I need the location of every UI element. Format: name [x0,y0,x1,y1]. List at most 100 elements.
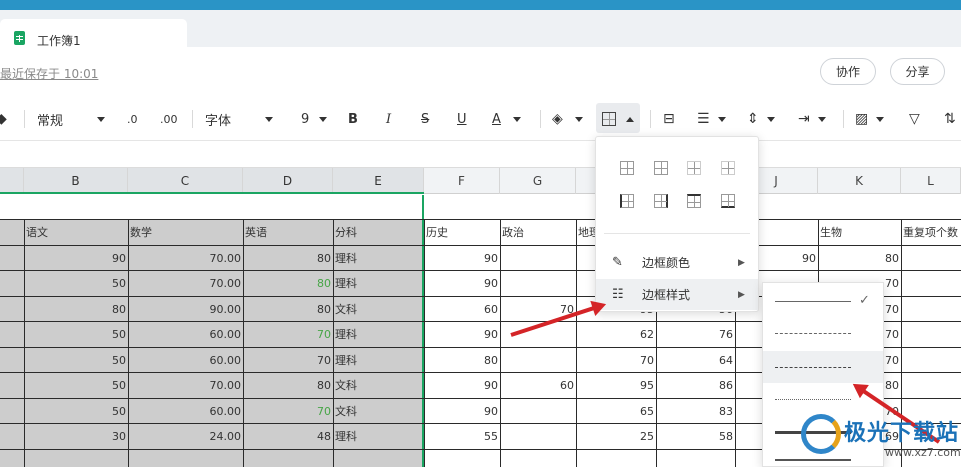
cell[interactable]: 理科 [333,348,424,372]
column-header[interactable]: G [500,168,576,194]
cell[interactable]: 62 [576,322,656,346]
font-family-select[interactable]: 字体 [205,100,277,138]
cell[interactable]: 70 [576,348,656,372]
cell[interactable]: 70 [243,322,333,346]
cell[interactable]: 70 [243,348,333,372]
cell[interactable]: 83 [656,399,735,423]
formula-bar[interactable] [0,140,961,167]
column-header[interactable]: E [333,168,424,194]
border-inner-icon[interactable] [654,161,668,175]
cell[interactable]: 80 [243,271,333,295]
column-header[interactable]: F [424,168,500,194]
menu-item-border-style[interactable]: ☷ 边框样式 ▶ [596,279,758,310]
line-style-dash-dot[interactable] [763,317,883,349]
cell[interactable]: 80 [818,246,901,270]
cell[interactable]: 30 [24,424,128,448]
line-style-solid[interactable]: ✓ [763,285,883,317]
line-style-dashed[interactable] [763,351,883,383]
cell[interactable]: 55 [424,424,500,448]
column-header[interactable] [0,168,24,194]
increase-decimal-button[interactable]: .00 [160,100,178,138]
cell[interactable]: 80 [243,246,333,270]
align-button[interactable]: ☰ [697,100,733,138]
cell[interactable]: 分科 [333,220,424,244]
cell[interactable]: 90 [424,246,500,270]
border-none-icon[interactable] [721,161,735,175]
cell[interactable]: 86 [656,373,735,397]
cell[interactable]: 64 [656,348,735,372]
italic-button[interactable]: I [386,100,391,138]
cell[interactable]: 70.00 [128,246,243,270]
text-wrap-button[interactable]: ⇥ [798,100,834,138]
filter-button[interactable]: ▽ [909,100,920,138]
cell[interactable]: 60.00 [128,399,243,423]
cell[interactable]: 50 [24,373,128,397]
cell[interactable]: 生物 [818,220,901,244]
cell[interactable]: 70.00 [128,271,243,295]
border-button[interactable] [602,100,638,138]
bold-button[interactable]: B [348,100,358,138]
cell[interactable]: 50 [24,399,128,423]
decrease-decimal-button[interactable]: .0 [127,100,138,138]
cell[interactable]: 58 [656,424,735,448]
cell[interactable]: 90 [24,246,128,270]
cell[interactable]: 48 [243,424,333,448]
column-header[interactable]: B [24,168,128,194]
cell[interactable]: 60 [500,373,576,397]
vertical-align-button[interactable]: ⇕ [747,100,783,138]
cell[interactable]: 理科 [333,424,424,448]
cell[interactable]: 70 [243,399,333,423]
underline-button[interactable]: U [457,100,467,138]
cell[interactable]: 90.00 [128,297,243,321]
cell[interactable]: 理科 [333,322,424,346]
cell[interactable]: 理科 [333,271,424,295]
cell[interactable]: 70.00 [128,373,243,397]
column-header[interactable]: L [901,168,961,194]
border-right-icon[interactable] [654,194,668,208]
font-size-select[interactable]: 9 [301,100,331,138]
cell[interactable]: 语文 [24,220,128,244]
cell[interactable]: 文科 [333,373,424,397]
collaborate-button[interactable]: 协作 [820,58,876,85]
cell[interactable]: 60.00 [128,348,243,372]
border-all-icon[interactable] [620,161,634,175]
column-header[interactable]: K [818,168,901,194]
cell[interactable]: 90 [424,271,500,295]
cell[interactable]: 60.00 [128,322,243,346]
cell[interactable]: 95 [576,373,656,397]
cell[interactable]: 80 [243,373,333,397]
cell[interactable]: 英语 [243,220,333,244]
number-format-select[interactable]: 常规 [37,100,109,138]
cell[interactable]: 90 [424,399,500,423]
conditional-format-button[interactable]: ▨ [855,100,891,138]
cell[interactable]: 76 [656,322,735,346]
font-color-button[interactable]: A [492,100,528,138]
cell[interactable]: 50 [24,348,128,372]
cell[interactable]: 政治 [500,220,576,244]
save-status[interactable]: 最近保存于 10:01 [0,65,98,82]
merge-cells-button[interactable]: ⊟ [663,100,675,138]
column-header[interactable]: C [128,168,243,194]
cell[interactable]: 文科 [333,399,424,423]
fill-color-button[interactable]: ◈ [552,100,588,138]
cell[interactable]: 50 [24,271,128,295]
border-left-icon[interactable] [620,194,634,208]
cell[interactable]: 重复项个数 [901,220,961,244]
cell[interactable]: 文科 [333,297,424,321]
border-inside-icon[interactable] [687,161,701,175]
cell[interactable]: 60 [424,297,500,321]
cell[interactable]: 25 [576,424,656,448]
cell[interactable]: 数学 [128,220,243,244]
sort-button[interactable]: ⇅ [944,100,956,138]
cell[interactable]: 80 [243,297,333,321]
tab-workbook[interactable]: 工作簿1 [0,19,187,57]
cell[interactable]: 24.00 [128,424,243,448]
cell[interactable]: 80 [424,348,500,372]
eraser-icon[interactable]: ◆ [0,100,12,138]
border-top-icon[interactable] [687,194,701,208]
share-button[interactable]: 分享 [890,58,945,85]
strikethrough-button[interactable]: S [421,100,429,138]
column-header[interactable]: D [243,168,333,194]
cell[interactable]: 90 [424,322,500,346]
cell[interactable]: 65 [576,399,656,423]
